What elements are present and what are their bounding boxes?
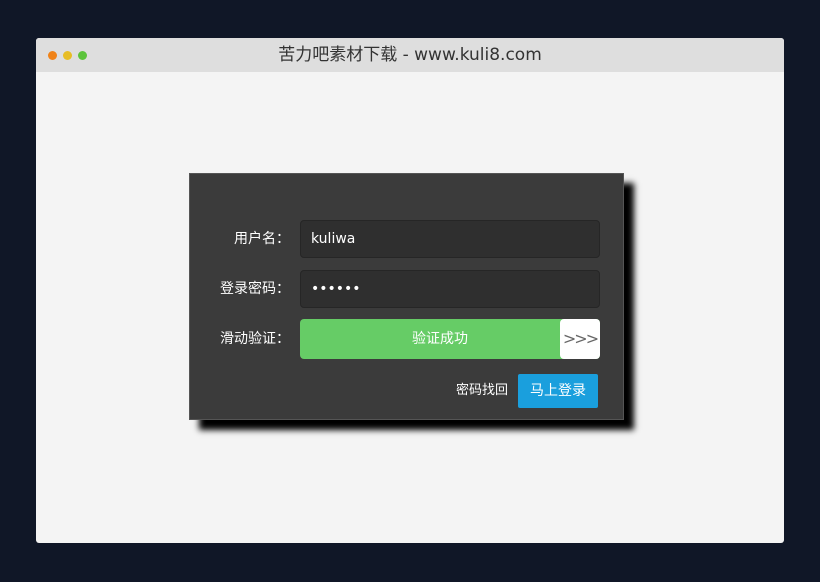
username-input[interactable]: kuliwa [300, 220, 600, 258]
slider-handle-icon[interactable]: >>> [560, 319, 600, 359]
login-panel: 用户名： kuliwa 登录密码： •••••• 滑动验证： 验证成功 >>> … [189, 173, 624, 420]
password-input[interactable]: •••••• [300, 270, 600, 308]
username-label: 用户名： [234, 231, 290, 247]
window-title: 苦力吧素材下载 - www.kuli8.com [278, 45, 542, 65]
title-bar: 苦力吧素材下载 - www.kuli8.com [36, 38, 784, 72]
forgot-password-link[interactable]: 密码找回 [456, 374, 508, 408]
slide-verify-track[interactable]: 验证成功 >>> [300, 319, 600, 359]
slide-verify-status: 验证成功 [412, 331, 468, 347]
login-button[interactable]: 马上登录 [518, 374, 598, 408]
slider-label: 滑动验证： [220, 331, 290, 347]
password-label: 登录密码： [220, 281, 290, 297]
